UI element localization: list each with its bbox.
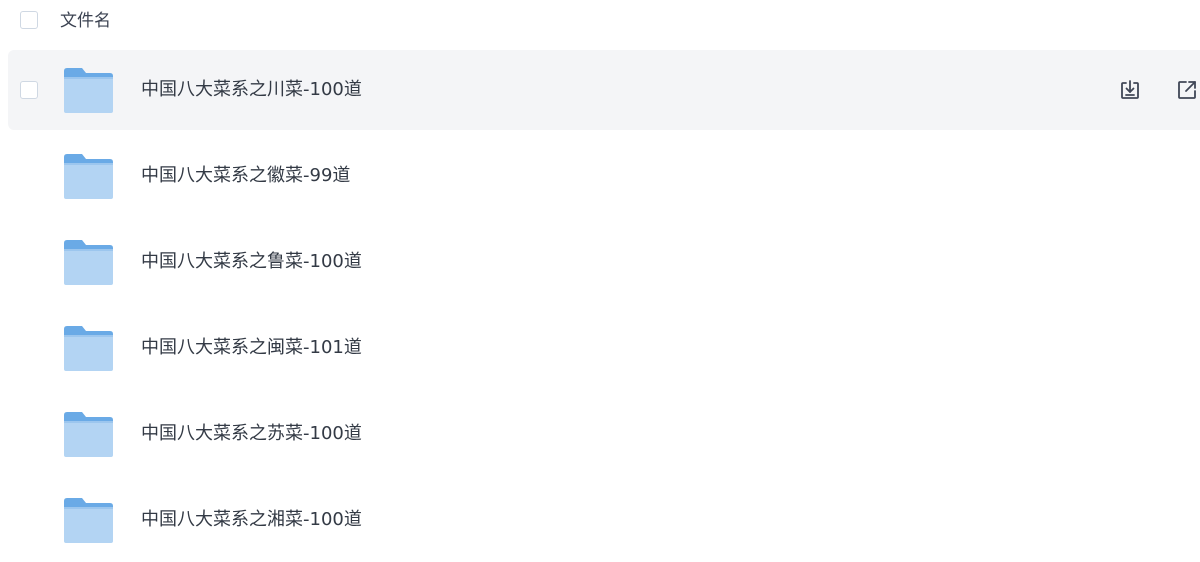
file-list-header: 文件名 [0, 0, 1200, 42]
file-row[interactable]: 中国八大菜系之苏菜-100道 [8, 394, 1200, 474]
file-row[interactable]: 中国八大菜系之川菜-100道 [8, 50, 1200, 130]
file-name[interactable]: 中国八大菜系之湘菜-100道 [141, 508, 362, 532]
download-button[interactable] [1118, 78, 1142, 102]
file-name[interactable]: 中国八大菜系之闽菜-101道 [141, 336, 362, 360]
file-row[interactable]: 中国八大菜系之鲁菜-100道 [8, 222, 1200, 302]
file-name[interactable]: 中国八大菜系之苏菜-100道 [141, 422, 362, 446]
share-icon [1178, 81, 1196, 99]
folder-icon [64, 412, 113, 457]
folder-icon [64, 154, 113, 199]
file-row[interactable]: 中国八大菜系之湘菜-100道 [8, 480, 1200, 560]
download-icon [1121, 80, 1139, 99]
column-header-filename: 文件名 [60, 11, 111, 31]
folder-icon [64, 498, 113, 543]
folder-icon [64, 326, 113, 371]
select-all-checkbox[interactable] [20, 11, 38, 29]
share-button[interactable] [1175, 78, 1199, 102]
file-name[interactable]: 中国八大菜系之徽菜-99道 [141, 164, 350, 188]
file-row[interactable]: 中国八大菜系之徽菜-99道 [8, 136, 1200, 216]
file-name[interactable]: 中国八大菜系之川菜-100道 [141, 78, 362, 102]
folder-icon [64, 68, 113, 113]
folder-icon [64, 240, 113, 285]
file-row[interactable]: 中国八大菜系之闽菜-101道 [8, 308, 1200, 388]
row-checkbox[interactable] [20, 81, 38, 99]
file-name[interactable]: 中国八大菜系之鲁菜-100道 [141, 250, 362, 274]
